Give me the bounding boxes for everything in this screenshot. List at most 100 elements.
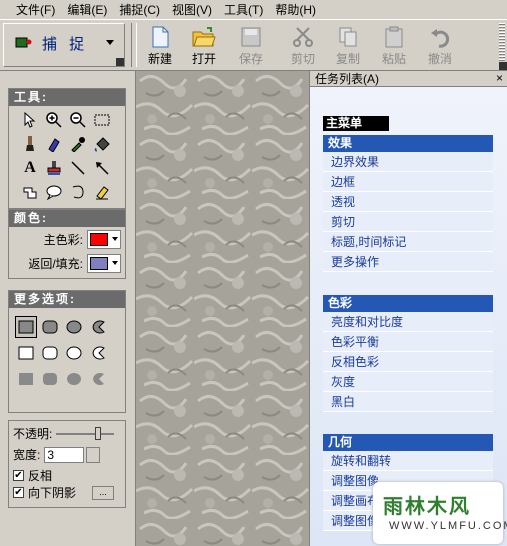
new-file-icon <box>152 26 169 48</box>
task-link[interactable]: 剪切 <box>323 212 493 232</box>
menu-help[interactable]: 帮助(H) <box>275 1 316 18</box>
app-window: 文件(F) 编辑(E) 捕捉(C) 视图(V) 工具(T) 帮助(H) 捕 捉 <box>0 0 507 546</box>
invert-label: 反相 <box>28 469 53 483</box>
shape-ellipse-solid[interactable] <box>63 368 85 390</box>
zoom-out-icon[interactable] <box>67 109 89 131</box>
toolbar-grip-icon <box>116 58 124 66</box>
paste-clipboard-icon <box>385 26 403 48</box>
paste-button[interactable]: 粘贴 <box>372 22 416 66</box>
menu-view[interactable]: 视图(V) <box>172 1 212 18</box>
task-link[interactable]: 透视 <box>323 192 493 212</box>
stamp-icon[interactable] <box>43 157 65 179</box>
task-link[interactable]: 更多操作 <box>323 252 493 272</box>
opacity-slider-thumb[interactable] <box>95 426 102 440</box>
save-button[interactable]: 保存 <box>229 22 273 66</box>
cut-button[interactable]: 剪切 <box>281 22 325 66</box>
effects-group-title[interactable]: 效果 <box>323 135 493 152</box>
task-link[interactable]: 色彩平衡 <box>323 332 493 352</box>
task-link[interactable]: 边框 <box>323 172 493 192</box>
brush-icon[interactable] <box>19 133 41 155</box>
capture-button[interactable]: 捕 捉 <box>8 28 116 58</box>
scissors-icon <box>293 27 313 47</box>
opacity-slider[interactable] <box>56 426 115 440</box>
arrow-tool-icon[interactable] <box>91 157 113 179</box>
new-button[interactable]: 新建 <box>138 22 182 66</box>
save-disk-icon <box>241 27 261 47</box>
task-link[interactable]: 旋转和翻转 <box>323 451 493 471</box>
shape-rect-outline-fill[interactable] <box>15 316 37 338</box>
open-button[interactable]: 打开 <box>182 22 226 66</box>
undo-icon <box>431 29 450 48</box>
menu-file[interactable]: 文件(F) <box>16 1 55 18</box>
task-pane: 任务列表(A) × 主菜单 效果 边界效果 边框 透视 剪切 标题,时间标记 更… <box>309 71 507 546</box>
task-link[interactable]: 边界效果 <box>323 152 493 172</box>
capture-group: 捕 捉 <box>3 23 125 67</box>
more-options-panel: 更多选项: <box>8 290 126 413</box>
task-link[interactable]: 黑白 <box>323 392 493 412</box>
shape-ellipse-fill[interactable] <box>63 316 85 338</box>
capture-dropdown-icon[interactable] <box>106 40 114 45</box>
task-link[interactable]: 灰度 <box>323 372 493 392</box>
undo-button[interactable]: 撤消 <box>418 22 462 66</box>
menubar: 文件(F) 编辑(E) 捕捉(C) 视图(V) 工具(T) 帮助(H) <box>0 0 507 19</box>
tools-panel: 工具: A <box>8 88 126 209</box>
line-tool-icon[interactable] <box>67 157 89 179</box>
shape-ellipse-outline[interactable] <box>63 342 85 364</box>
task-link[interactable]: 标题,时间标记 <box>323 232 493 252</box>
opacity-row: 不透明: <box>9 425 125 442</box>
shadow-label: 向下阴影 <box>28 486 77 500</box>
invert-row: ✔ 反相 <box>9 467 125 484</box>
width-input[interactable]: 3 <box>44 446 85 463</box>
canvas-area[interactable] <box>135 71 309 546</box>
shape-rect-outline[interactable] <box>15 342 37 364</box>
left-pane: 工具: A 颜色: 主色彩: 返回/填充: 更多选项: 不透明: 宽度: 3 ✔… <box>0 71 135 546</box>
shape-rounded-fill[interactable] <box>39 316 61 338</box>
canvas-texture-image <box>136 71 309 546</box>
main-menu-label[interactable]: 主菜单 <box>323 116 389 131</box>
shape-pie-outline[interactable] <box>87 342 109 364</box>
fill-bucket-icon[interactable] <box>91 133 113 155</box>
main-color-picker[interactable] <box>87 229 121 249</box>
shape-rounded-solid[interactable] <box>39 368 61 390</box>
width-spinner[interactable] <box>86 446 101 463</box>
menu-edit[interactable]: 编辑(E) <box>67 1 107 18</box>
shape-rounded-outline[interactable] <box>39 342 61 364</box>
shadow-checkbox[interactable]: ✔ <box>13 487 24 498</box>
menu-capture[interactable]: 捕捉(C) <box>119 1 160 18</box>
rect-select-icon[interactable] <box>91 109 113 131</box>
invert-checkbox[interactable]: ✔ <box>13 470 24 481</box>
fill-color-picker[interactable] <box>87 253 121 273</box>
shape-tool-icon[interactable] <box>19 181 41 203</box>
copy-button[interactable]: 复制 <box>326 22 370 66</box>
eraser-icon[interactable] <box>91 181 113 203</box>
shape-rect-solid[interactable] <box>15 368 37 390</box>
undo-label: 撤消 <box>427 52 452 66</box>
task-link[interactable]: 反相色彩 <box>323 352 493 372</box>
shape-pie-fill[interactable] <box>87 316 109 338</box>
copy-label: 复制 <box>335 52 360 66</box>
lasso-tool-icon[interactable] <box>67 181 89 203</box>
callout-tool-icon[interactable] <box>43 181 65 203</box>
fill-color-label: 返回/填充: <box>28 256 83 271</box>
highlighter-icon[interactable] <box>43 133 65 155</box>
menu-tools[interactable]: 工具(T) <box>224 1 263 18</box>
task-link[interactable]: 亮度和对比度 <box>323 312 493 332</box>
color-group-title[interactable]: 色彩 <box>323 295 493 312</box>
open-label: 打开 <box>191 52 216 66</box>
eyedropper-icon[interactable] <box>67 133 89 155</box>
fill-color-swatch <box>90 256 108 270</box>
shape-pie-solid[interactable] <box>87 368 109 390</box>
watermark-url: WWW.YLMFU.COM <box>389 520 507 532</box>
tools-grid: A <box>9 106 125 207</box>
toolbar-separator <box>131 23 137 67</box>
zoom-in-icon[interactable] <box>43 109 65 131</box>
main-color-label: 主色彩: <box>43 232 83 247</box>
text-tool-icon[interactable]: A <box>19 157 41 179</box>
shadow-settings-button[interactable]: ... <box>92 485 115 500</box>
toolbar-end-corner <box>499 62 507 70</box>
copy-icon <box>339 27 357 47</box>
geometry-group-title[interactable]: 几何 <box>323 434 493 451</box>
close-icon[interactable]: × <box>496 71 503 85</box>
paste-label: 粘贴 <box>381 52 406 66</box>
pointer-tool-icon[interactable] <box>19 109 41 131</box>
